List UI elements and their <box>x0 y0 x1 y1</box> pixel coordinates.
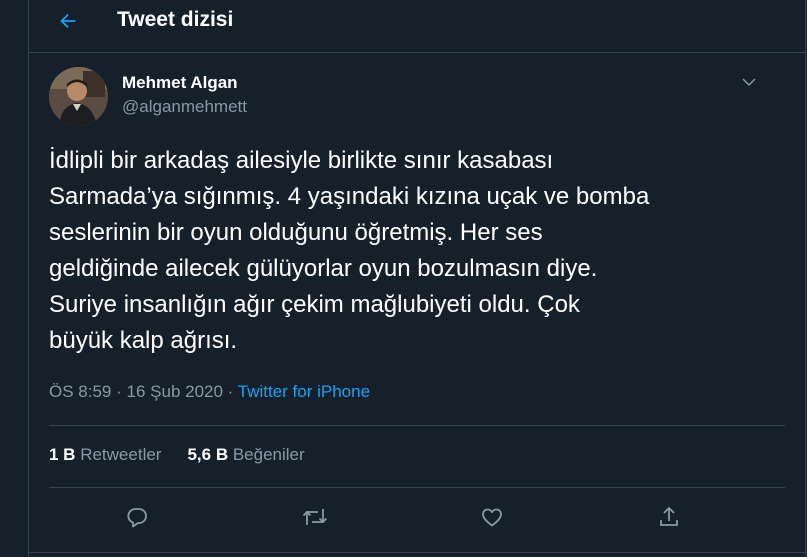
retweet-button[interactable] <box>301 503 329 531</box>
divider <box>49 425 785 426</box>
avatar-image <box>49 67 108 126</box>
chevron-down-icon <box>742 78 756 87</box>
tweet-text: İdlipli bir arkadaş ailesiyle birlikte s… <box>49 147 650 354</box>
arrow-left-icon <box>60 13 76 29</box>
meta-separator: · <box>116 382 122 401</box>
author-handle: @alganmehmett <box>122 97 247 116</box>
retweets-count: 1 B <box>49 445 76 464</box>
divider <box>29 552 805 553</box>
tweet-date[interactable]: 16 Şub 2020 <box>127 382 223 401</box>
share-icon <box>660 506 678 526</box>
page-header: Tweet dizisi <box>29 0 805 53</box>
tweet-time[interactable]: ÖS 8:59 <box>49 382 111 401</box>
tweet-meta: ÖS 8:59 · 16 Şub 2020 · Twitter for iPho… <box>49 382 370 402</box>
reply-button[interactable] <box>123 503 151 531</box>
tweet-thread-column: Tweet dizisi Mehmet Algan @alganmehmett … <box>28 0 806 557</box>
tweet-stats: 1 B Retweetler 5,6 B Beğeniler <box>49 445 305 465</box>
like-button[interactable] <box>478 503 506 531</box>
author-name[interactable]: Mehmet Algan <box>122 73 238 93</box>
retweet-icon <box>302 509 328 525</box>
likes-label: Beğeniler <box>232 445 305 464</box>
likes-stat[interactable]: 5,6 B Beğeniler <box>187 445 304 465</box>
more-options-button[interactable] <box>737 70 761 94</box>
back-button[interactable] <box>53 6 83 36</box>
page-title: Tweet dizisi <box>117 8 234 31</box>
share-button[interactable] <box>655 503 683 531</box>
avatar[interactable] <box>49 67 108 126</box>
meta-separator: · <box>227 382 234 401</box>
reply-icon <box>127 508 147 528</box>
divider <box>49 487 785 488</box>
tweet-source-link[interactable]: Twitter for iPhone <box>238 382 370 401</box>
likes-count: 5,6 B <box>187 445 229 464</box>
retweets-stat[interactable]: 1 B Retweetler <box>49 445 161 465</box>
retweets-label: Retweetler <box>80 445 162 464</box>
like-icon <box>482 508 502 527</box>
